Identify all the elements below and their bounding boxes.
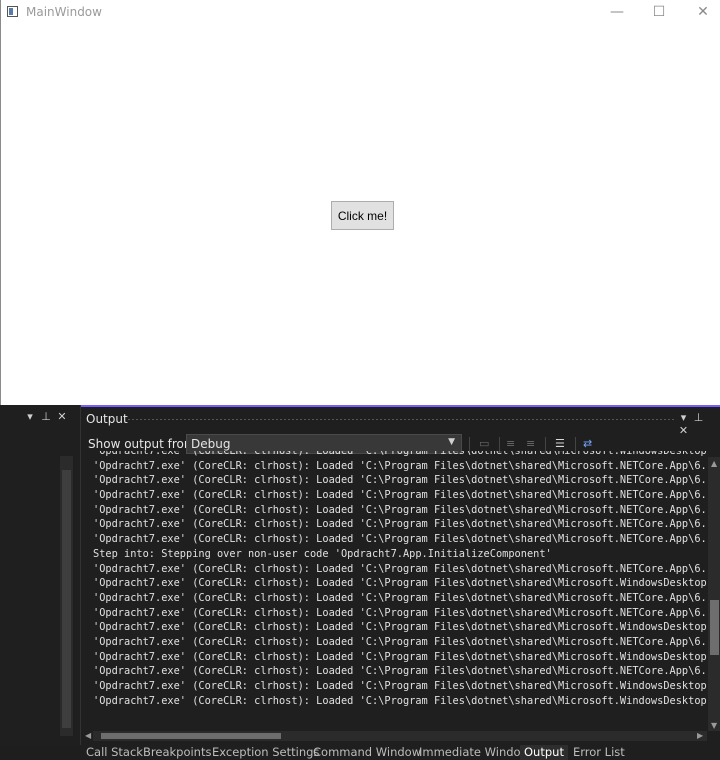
tool-window-tabs: Call Stack Breakpoints Exception Settings C… [80,745,720,760]
log-line: Step into: Stepping over non-user code '… [93,547,552,560]
scroll-left-icon[interactable]: ◀ [85,731,91,740]
maximize-button[interactable]: ☐ [637,0,681,24]
log-line: 'Opdracht7.exe' (CoreCLR: clrhost): Load… [93,503,707,516]
log-line: 'Opdracht7.exe' (CoreCLR: clrhost): Load… [93,451,707,457]
log-line: 'Opdracht7.exe' (CoreCLR: clrhost): Load… [93,459,707,472]
output-panel: Output ▾ ⊥✕ Show output from: Debug ▼ ▭ ≡… [80,405,720,745]
tab-exception-settings[interactable]: Exception Settings [212,745,319,760]
word-wrap-icon[interactable]: ⇄ [583,437,592,451]
dropdown-icon[interactable]: ▾ [676,411,691,424]
output-title: Output [86,412,128,426]
output-log[interactable]: 'Opdracht7.exe' (CoreCLR: clrhost): Load… [93,451,707,717]
output-header: Output ▾ ⊥✕ [81,405,720,437]
pin-icon[interactable]: ⊥ [691,411,706,424]
tab-breakpoints[interactable]: Breakpoints [143,745,211,760]
log-line: 'Opdracht7.exe' (CoreCLR: clrhost): Load… [93,635,707,648]
scroll-down-icon[interactable]: ▼ [711,721,717,730]
log-line: 'Opdracht7.exe' (CoreCLR: clrhost): Load… [93,518,707,531]
left-panel-scroll-thumb[interactable] [62,470,71,728]
app-icon [7,6,18,17]
find-message-icon[interactable]: ▭ [479,437,489,451]
log-line: 'Opdracht7.exe' (CoreCLR: clrhost): Load… [93,591,707,604]
log-line: 'Opdracht7.exe' (CoreCLR: clrhost): Load… [93,680,707,692]
dropdown-icon[interactable]: ▾ [22,410,38,423]
output-horizontal-scroll-thumb[interactable] [101,733,281,739]
next-message-icon[interactable]: ≡ [526,437,535,451]
window-titlebar[interactable]: MainWindow — ☐ ✕ [1,0,720,24]
log-line: 'Opdracht7.exe' (CoreCLR: clrhost): Load… [93,562,707,575]
minimize-button[interactable]: — [595,0,639,24]
previous-message-icon[interactable]: ≡ [506,437,515,451]
log-line: 'Opdracht7.exe' (CoreCLR: clrhost): Load… [93,621,707,634]
tab-call-stack[interactable]: Call Stack [86,745,143,760]
close-button[interactable]: ✕ [681,0,720,24]
wpf-main-window: MainWindow — ☐ ✕ Click me! [0,0,720,405]
window-title: MainWindow [26,5,102,19]
chevron-down-icon: ▼ [448,437,455,447]
show-output-from-label: Show output from: [88,437,200,451]
log-line: 'Opdracht7.exe' (CoreCLR: clrhost): Load… [93,533,707,546]
log-line: 'Opdracht7.exe' (CoreCLR: clrhost): Load… [93,694,707,707]
log-line: 'Opdracht7.exe' (CoreCLR: clrhost): Load… [93,606,707,619]
scroll-right-icon[interactable]: ▶ [697,731,703,740]
tab-immediate-window[interactable]: Immediate Window [419,745,530,760]
left-panel-icons: ▾ ⊥ ✕ [22,410,70,423]
tab-output[interactable]: Output [520,745,568,760]
drag-grip[interactable] [127,418,675,421]
pin-icon[interactable]: ⊥ [38,410,54,423]
tab-command-window[interactable]: Command Window [313,745,421,760]
click-me-button[interactable]: Click me! [331,201,394,230]
close-icon[interactable]: ✕ [54,410,70,423]
log-line: 'Opdracht7.exe' (CoreCLR: clrhost): Load… [93,577,707,590]
log-line: 'Opdracht7.exe' (CoreCLR: clrhost): Load… [93,650,707,663]
log-line: 'Opdracht7.exe' (CoreCLR: clrhost): Load… [93,489,707,502]
output-source-value: Debug [191,437,231,451]
log-line: 'Opdracht7.exe' (CoreCLR: clrhost): Load… [93,665,707,678]
clear-all-icon[interactable]: ☰ [555,437,565,451]
log-line: 'Opdracht7.exe' (CoreCLR: clrhost): Load… [93,474,707,487]
output-vertical-scroll-thumb[interactable] [710,600,719,655]
tab-error-list[interactable]: Error List [573,745,625,760]
output-vertical-scrollbar[interactable] [708,457,720,731]
scroll-up-icon[interactable]: ▲ [711,459,717,468]
